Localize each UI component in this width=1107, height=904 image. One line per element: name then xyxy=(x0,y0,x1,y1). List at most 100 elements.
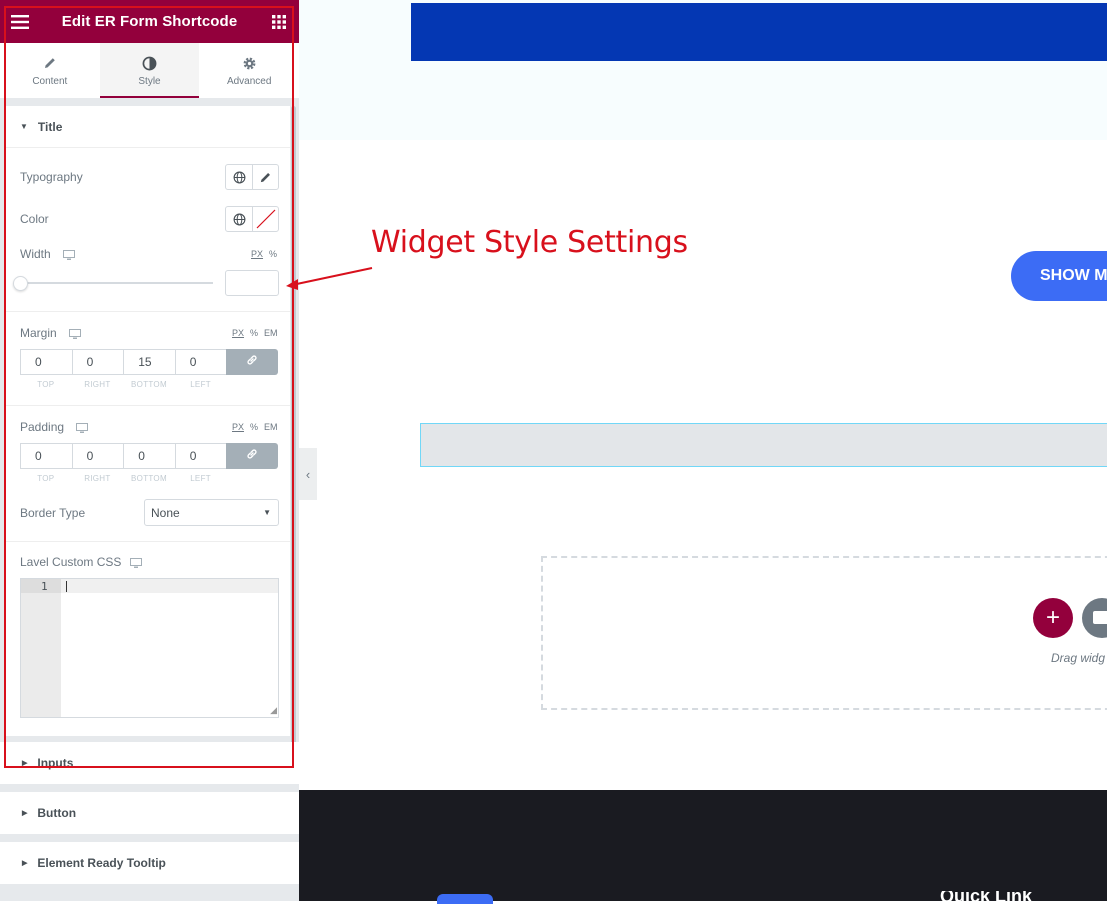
typography-controls xyxy=(225,164,279,190)
padding-units: PX% EM xyxy=(226,422,278,432)
unit-percent[interactable]: % xyxy=(250,422,258,432)
padding-right-input[interactable]: 0 xyxy=(71,443,125,469)
panel-collapse-toggle[interactable]: ‹ xyxy=(299,448,317,500)
section-title-label: Title xyxy=(37,119,63,134)
margin-units: PX% EM xyxy=(226,328,278,338)
widgets-grid-icon[interactable] xyxy=(270,13,288,31)
margin-top-input[interactable]: 0 xyxy=(20,349,73,375)
width-label: Width xyxy=(20,247,51,261)
section-header-inputs[interactable]: ▶ Inputs xyxy=(0,742,299,784)
dim-label-right: RIGHT xyxy=(84,474,111,483)
section-button-label: Button xyxy=(37,806,77,820)
line-number: 1 xyxy=(41,580,48,593)
dim-label-left: LEFT xyxy=(190,474,211,483)
margin-right-input[interactable]: 0 xyxy=(71,349,125,375)
desktop-icon[interactable] xyxy=(130,556,142,574)
width-input[interactable] xyxy=(225,270,279,296)
section-tooltip-label: Element Ready Tooltip xyxy=(37,856,166,870)
border-type-select[interactable]: None ▼ xyxy=(144,499,279,526)
padding-bottom-input[interactable]: 0 xyxy=(123,443,176,469)
margin-dimensions: 0 TOP 0 RIGHT 15 BOTTOM 0 LEFT xyxy=(20,349,278,389)
unit-percent[interactable]: % xyxy=(269,249,277,259)
gear-icon xyxy=(242,54,257,72)
code-gutter xyxy=(21,579,61,717)
empty-drop-area[interactable] xyxy=(541,556,1107,710)
width-slider-track[interactable] xyxy=(20,282,213,284)
edit-pencil-icon[interactable] xyxy=(252,165,278,189)
unit-px[interactable]: PX xyxy=(232,328,244,338)
typography-label: Typography xyxy=(20,170,83,184)
hamburger-menu-icon[interactable] xyxy=(11,13,29,31)
panel-header: Edit ER Form Shortcode xyxy=(0,0,299,43)
unit-em[interactable]: EM xyxy=(264,422,278,432)
divider xyxy=(6,541,290,542)
collapsed-sections: ▶ Inputs ▶ Button ▶ Element Ready Toolti… xyxy=(0,742,299,892)
tab-content-label: Content xyxy=(32,76,68,87)
globe-icon[interactable] xyxy=(226,165,252,189)
padding-left-input[interactable]: 0 xyxy=(174,443,228,469)
link-values-button[interactable] xyxy=(226,443,278,469)
padding-dimensions: 0 TOP 0 RIGHT 0 BOTTOM 0 LEFT xyxy=(20,443,278,483)
dim-label-bottom: BOTTOM xyxy=(131,380,167,389)
footer-section xyxy=(299,790,1107,901)
editor-panel: Edit ER Form Shortcode Content Style Adv… xyxy=(0,0,299,901)
text-cursor xyxy=(66,581,67,592)
color-swatch-empty[interactable] xyxy=(252,207,278,231)
unit-percent[interactable]: % xyxy=(250,328,258,338)
section-header-button[interactable]: ▶ Button xyxy=(0,792,299,834)
panel-scrollbar[interactable] xyxy=(291,106,296,782)
active-line xyxy=(21,579,278,593)
footer-heading-partial: Quick Link xyxy=(940,891,1033,901)
section-header-title[interactable]: ▼ Title xyxy=(6,106,290,148)
annotation-arrow xyxy=(286,267,373,290)
contrast-icon xyxy=(142,54,157,72)
caret-right-icon: ▶ xyxy=(22,860,28,867)
globe-icon[interactable] xyxy=(226,207,252,231)
margin-bottom-input[interactable]: 15 xyxy=(123,349,176,375)
annotation-label: Widget Style Settings xyxy=(371,225,688,260)
margin-left-input[interactable]: 0 xyxy=(174,349,228,375)
dim-label-top: TOP xyxy=(37,474,55,483)
tab-content[interactable]: Content xyxy=(0,43,100,98)
tab-style-label: Style xyxy=(138,76,161,87)
padding-label: Padding xyxy=(20,420,65,434)
dim-label-left: LEFT xyxy=(190,380,211,389)
css-code-editor[interactable]: 1 ◢ xyxy=(20,578,279,718)
tab-advanced[interactable]: Advanced xyxy=(199,43,299,98)
add-section-button[interactable]: + xyxy=(1033,598,1073,638)
preview-canvas: ‹ SHOW M + Drag widg Quick Link xyxy=(299,0,1107,904)
footer-logo-partial xyxy=(437,894,493,904)
color-controls xyxy=(225,206,279,232)
width-units: PX% xyxy=(245,249,277,259)
unit-px[interactable]: PX xyxy=(232,422,244,432)
show-more-button[interactable]: SHOW M xyxy=(1011,251,1107,301)
resize-handle-icon[interactable]: ◢ xyxy=(270,705,277,716)
folder-icon xyxy=(1093,611,1107,624)
tab-style[interactable]: Style xyxy=(99,43,200,98)
link-icon xyxy=(246,447,258,465)
desktop-icon[interactable] xyxy=(76,421,88,439)
unit-px[interactable]: PX xyxy=(251,249,263,259)
desktop-icon[interactable] xyxy=(69,327,81,345)
unit-em[interactable]: EM xyxy=(264,328,278,338)
section-inputs-label: Inputs xyxy=(37,756,74,770)
padding-top-input[interactable]: 0 xyxy=(20,443,73,469)
link-icon xyxy=(246,353,258,371)
chevron-down-icon: ▼ xyxy=(263,508,271,517)
section-header-tooltip[interactable]: ▶ Element Ready Tooltip xyxy=(0,842,299,884)
width-slider-handle[interactable] xyxy=(13,276,28,291)
dim-label-bottom: BOTTOM xyxy=(131,474,167,483)
margin-label: Margin xyxy=(20,326,57,340)
chevron-left-icon: ‹ xyxy=(305,466,311,482)
form-shortcode-widget[interactable] xyxy=(420,423,1107,467)
link-values-button[interactable] xyxy=(226,349,278,375)
divider xyxy=(6,405,290,406)
color-label: Color xyxy=(20,212,49,226)
border-type-label: Border Type xyxy=(20,506,86,520)
style-section-title: ▼ Title Typography Color Width PX% Margi… xyxy=(6,106,290,736)
dim-label-right: RIGHT xyxy=(84,380,111,389)
desktop-icon[interactable] xyxy=(63,248,75,266)
divider xyxy=(6,311,290,312)
dim-label-top: TOP xyxy=(37,380,55,389)
custom-css-label: Lavel Custom CSS xyxy=(20,555,122,569)
